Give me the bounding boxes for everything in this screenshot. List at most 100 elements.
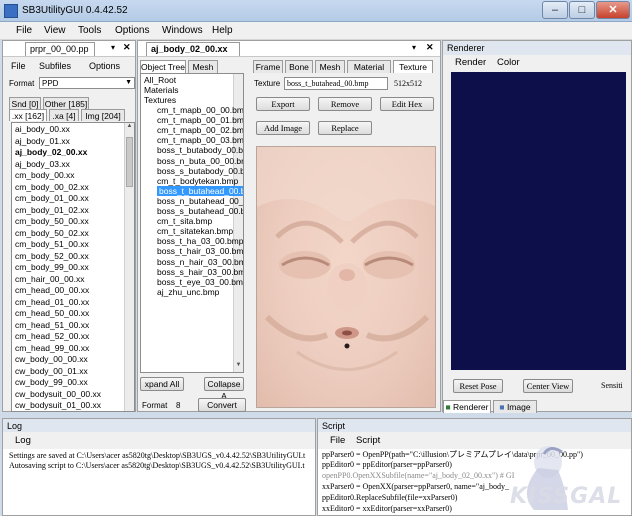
tree-texture-item[interactable]: cm_t_bodytekan.bmp: [157, 176, 238, 186]
subfile-item[interactable]: cm_body_99_00.xx: [15, 262, 89, 272]
menu-windows[interactable]: Windows: [162, 25, 203, 36]
subfile-item[interactable]: cm_head_00_00.xx: [15, 285, 89, 295]
subfile-item[interactable]: cw_body_00_01.xx: [15, 366, 88, 376]
close-button[interactable]: ✕: [596, 1, 630, 19]
menu-tools[interactable]: Tools: [78, 25, 101, 36]
tab-img[interactable]: Img [204]: [81, 109, 125, 121]
tab-prpr-pp[interactable]: prpr_00_00.pp: [25, 42, 95, 56]
tree-all-root[interactable]: All_Root: [144, 75, 176, 85]
script-menu-script[interactable]: Script: [356, 435, 380, 446]
tab-snd[interactable]: Snd [0]: [9, 97, 41, 109]
menu-file[interactable]: File: [16, 25, 32, 36]
tree-texture-item[interactable]: cm_t_sitatekan.bmp: [157, 226, 233, 236]
renderer-menu-render[interactable]: Render: [455, 57, 486, 68]
tab-aj-body-xx[interactable]: aj_body_02_00.xx: [146, 42, 240, 56]
menu-view[interactable]: View: [44, 25, 66, 36]
tree-texture-item[interactable]: boss_s_butabody_00.bmp: [157, 166, 243, 176]
subfile-item[interactable]: aj_body_02_00.xx: [15, 147, 87, 157]
texture-name-field[interactable]: boss_t_butahead_00.bmp: [284, 77, 388, 90]
subfile-item[interactable]: cm_body_50_00.xx: [15, 216, 89, 226]
tree-texture-item[interactable]: boss_t_butabody_00.bmp: [157, 145, 243, 155]
subfile-item[interactable]: cm_body_51_00.xx: [15, 239, 89, 249]
subfile-item[interactable]: aj_body_01.xx: [15, 136, 70, 146]
tree-texture-item[interactable]: boss_t_ha_03_00.bmp: [157, 236, 243, 246]
object-tree[interactable]: All_Root Materials Textures ▼ cm_t_mapb_…: [140, 73, 244, 373]
subfile-item[interactable]: cm_head_52_00.xx: [15, 331, 89, 341]
subfile-item[interactable]: cm_hair_00_00.xx: [15, 274, 84, 284]
tree-materials[interactable]: Materials: [144, 85, 178, 95]
subfile-item[interactable]: cm_body_00_02.xx: [15, 182, 89, 192]
tab-material[interactable]: Material: [347, 60, 391, 73]
reset-pose-button[interactable]: Reset Pose: [453, 379, 503, 393]
expand-all-button[interactable]: xpand All: [140, 377, 184, 391]
scroll-up-icon[interactable]: ▲: [125, 123, 134, 133]
subfile-list[interactable]: ▲ ai_body_00.xx aj_body_01.xx aj_body_02_0…: [11, 122, 135, 412]
tree-texture-item[interactable]: boss_t_butahead_00.bmp: [157, 185, 243, 196]
tree-texture-item[interactable]: cm_t_mapb_00_01.bmp: [157, 115, 243, 125]
tab-mesh-left[interactable]: Mesh: [188, 60, 218, 73]
subfile-item[interactable]: cm_head_01_00.xx: [15, 297, 89, 307]
subfile-item[interactable]: cm_body_01_02.xx: [15, 205, 89, 215]
tab-object-tree[interactable]: Object Tree: [140, 60, 186, 73]
tab-image[interactable]: ■ Image: [493, 400, 537, 413]
add-image-button[interactable]: Add Image: [256, 121, 310, 135]
pp-menu-file[interactable]: File: [11, 61, 26, 71]
renderer-viewport[interactable]: [451, 72, 626, 370]
subfile-item[interactable]: cm_body_00.xx: [15, 170, 75, 180]
log-menu[interactable]: Log: [15, 435, 31, 446]
subfile-item[interactable]: aj_body_03.xx: [15, 159, 70, 169]
convert-button[interactable]: Convert: [198, 398, 246, 412]
close-tab-icon[interactable]: ✕: [123, 42, 131, 53]
tree-texture-item[interactable]: aj_zhu_unc.bmp: [157, 287, 219, 297]
subfile-item[interactable]: cm_body_50_02.xx: [15, 228, 89, 238]
menu-help[interactable]: Help: [212, 25, 233, 36]
renderer-menu-color[interactable]: Color: [497, 57, 520, 68]
subfile-item[interactable]: cw_bodysuit_00_00.xx: [15, 389, 101, 399]
remove-button[interactable]: Remove: [318, 97, 372, 111]
menu-options[interactable]: Options: [115, 25, 149, 36]
tab-xa[interactable]: .xa [4]: [49, 109, 79, 121]
tab-xx[interactable]: .xx [162]: [9, 109, 47, 121]
maximize-button[interactable]: □: [569, 1, 595, 19]
format-value-middle[interactable]: 8: [176, 401, 180, 410]
tab-other[interactable]: Other [185]: [43, 97, 89, 109]
subfile-item[interactable]: cw_body_00_00.xx: [15, 354, 88, 364]
subfile-item[interactable]: cm_head_51_00.xx: [15, 320, 89, 330]
tab-frame[interactable]: Frame: [253, 60, 283, 73]
subfile-item[interactable]: cm_head_50_00.xx: [15, 308, 89, 318]
scroll-thumb[interactable]: [126, 137, 133, 187]
minimize-button[interactable]: –: [542, 1, 568, 19]
center-view-button[interactable]: Center View: [523, 379, 573, 393]
tree-texture-item[interactable]: cm_t_mapb_00_02.bmp: [157, 125, 243, 135]
script-menu-file[interactable]: File: [330, 435, 345, 446]
subfile-item[interactable]: cw_bodysuit_01_00.xx: [15, 400, 101, 410]
tree-texture-item[interactable]: boss_s_butahead_00.bmp: [157, 206, 243, 216]
export-button[interactable]: Export: [256, 97, 310, 111]
tree-texture-item[interactable]: cm_t_mapb_00_00.bmp: [157, 105, 243, 115]
tab-renderer[interactable]: ■ Renderer: [443, 400, 491, 413]
subfile-item[interactable]: cm_body_52_00.xx: [15, 251, 89, 261]
tree-texture-item[interactable]: boss_t_eye_03_00.bmp: [157, 277, 243, 287]
tree-texture-item[interactable]: boss_n_buta_00_00.bmp: [157, 156, 243, 166]
tab-mesh[interactable]: Mesh: [315, 60, 345, 73]
subfile-item[interactable]: cm_head_99_00.xx: [15, 343, 89, 353]
pp-menu-subfiles[interactable]: Subfiles: [39, 61, 71, 71]
tab-bone[interactable]: Bone: [285, 60, 313, 73]
subfile-item[interactable]: cw_body_99_00.xx: [15, 377, 88, 387]
tree-texture-item[interactable]: cm_t_mapb_00_03.bmp: [157, 135, 243, 145]
tree-textures[interactable]: Textures: [144, 95, 176, 105]
subfile-item[interactable]: cm_body_01_00.xx: [15, 193, 89, 203]
list-scrollbar[interactable]: ▲: [124, 123, 134, 411]
tree-texture-item[interactable]: cm_t_sita.bmp: [157, 216, 212, 226]
edit-hex-button[interactable]: Edit Hex: [380, 97, 434, 111]
collapse-all-button[interactable]: Collapse A: [204, 377, 244, 401]
tree-texture-item[interactable]: boss_n_butahead_00_0.bmp: [157, 196, 243, 206]
tab-texture[interactable]: Texture: [393, 60, 433, 73]
pin-icon[interactable]: ▾: [412, 43, 416, 52]
subfile-item[interactable]: ai_body_00.xx: [15, 124, 70, 134]
format-select[interactable]: PPD ▼: [39, 77, 135, 89]
tree-texture-item[interactable]: boss_s_hair_03_00.bmp: [157, 267, 243, 277]
tree-texture-item[interactable]: boss_t_hair_03_00.bmp: [157, 246, 243, 256]
tree-texture-item[interactable]: boss_n_hair_03_00.bmp: [157, 257, 243, 267]
pp-menu-options[interactable]: Options: [89, 61, 120, 71]
